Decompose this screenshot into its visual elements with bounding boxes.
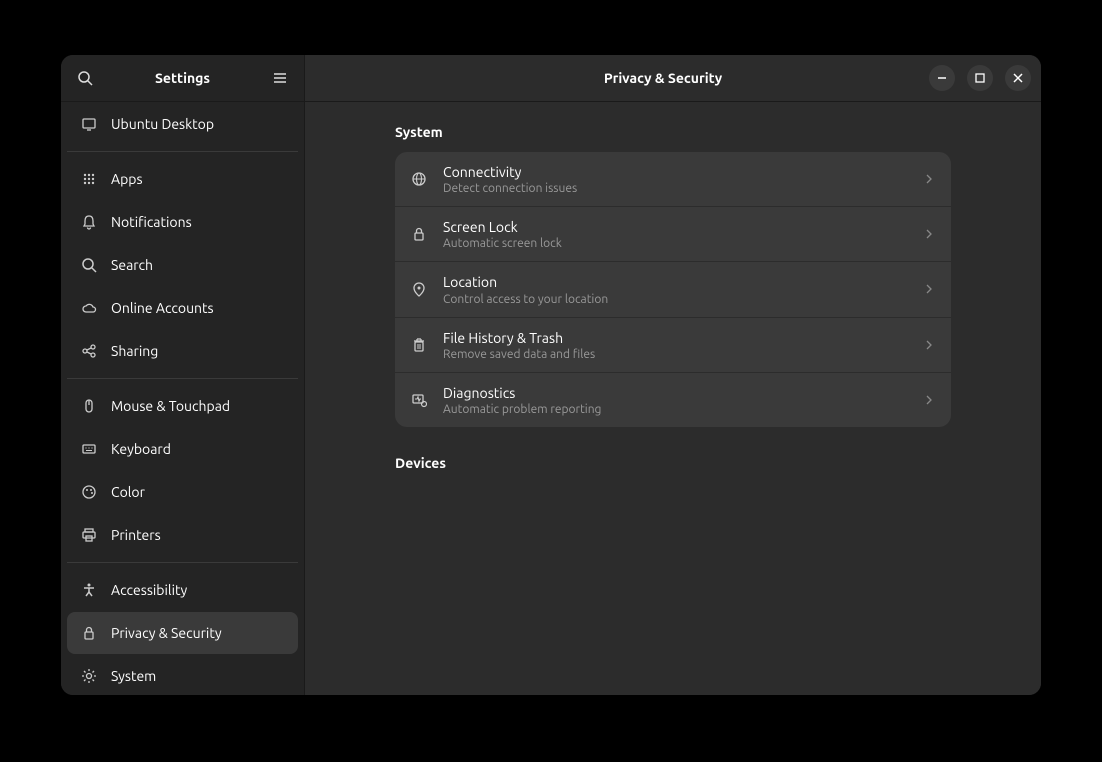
sidebar-item-sharing[interactable]: Sharing [67,330,298,372]
minimize-button[interactable] [929,65,955,91]
sidebar-item-label: Accessibility [111,582,187,598]
sidebar-item-mouse-touchpad[interactable]: Mouse & Touchpad [67,385,298,427]
row-title: File History & Trash [443,329,921,347]
lock-icon [409,224,429,244]
lock-icon [79,623,99,643]
maximize-button[interactable] [967,65,993,91]
sidebar-header: Settings [61,55,304,102]
sidebar-item-system[interactable]: System [67,655,298,695]
row-subtitle: Detect connection issues [443,182,921,195]
chevron-right-icon [921,392,935,408]
settings-row-screen-lock[interactable]: Screen Lock Automatic screen lock [395,207,951,262]
sidebar-item-search[interactable]: Search [67,244,298,286]
main-panel: Privacy & Security System Connectivity D… [305,55,1041,695]
settings-row-connectivity[interactable]: Connectivity Detect connection issues [395,152,951,207]
accessibility-icon [79,580,99,600]
sidebar: Settings Ubuntu Desktop Apps Notificatio… [61,55,305,695]
sidebar-item-label: System [111,668,156,684]
globe-icon [409,169,429,189]
chevron-right-icon [921,337,935,353]
sidebar-item-label: Sharing [111,343,158,359]
mouse-icon [79,396,99,416]
row-subtitle: Remove saved data and files [443,348,921,361]
keyboard-icon [79,439,99,459]
chevron-right-icon [921,281,935,297]
main-content: System Connectivity Detect connection is… [305,102,1041,695]
sidebar-item-label: Notifications [111,214,192,230]
apps-icon [79,169,99,189]
sidebar-item-label: Mouse & Touchpad [111,398,230,414]
trash-icon [409,335,429,355]
search-icon [77,70,93,86]
row-subtitle: Automatic problem reporting [443,403,921,416]
settings-row-location[interactable]: Location Control access to your location [395,262,951,317]
sidebar-item-label: Search [111,257,153,273]
close-icon [1010,70,1026,86]
maximize-icon [972,70,988,86]
window-controls [929,65,1031,91]
sidebar-item-label: Keyboard [111,441,171,457]
sidebar-item-notifications[interactable]: Notifications [67,201,298,243]
color-icon [79,482,99,502]
desktop-icon [79,114,99,134]
row-subtitle: Control access to your location [443,293,921,306]
search-button[interactable] [73,66,97,90]
sidebar-divider [67,378,298,379]
cloud-icon [79,298,99,318]
main-header: Privacy & Security [305,55,1041,102]
gear-icon [79,666,99,686]
row-title: Diagnostics [443,384,921,402]
sidebar-divider [67,562,298,563]
sidebar-item-online-accounts[interactable]: Online Accounts [67,287,298,329]
sidebar-item-label: Apps [111,171,143,187]
settings-row-file-history-trash[interactable]: File History & Trash Remove saved data a… [395,318,951,373]
chevron-right-icon [921,226,935,242]
sidebar-item-apps[interactable]: Apps [67,158,298,200]
sidebar-item-printers[interactable]: Printers [67,514,298,556]
sidebar-item-label: Privacy & Security [111,625,222,641]
share-icon [79,341,99,361]
bell-icon [79,212,99,232]
section-title: System [395,124,951,140]
section-title: Devices [395,455,951,471]
sidebar-item-keyboard[interactable]: Keyboard [67,428,298,470]
location-icon [409,279,429,299]
sidebar-list: Ubuntu Desktop Apps Notifications Search… [61,102,304,695]
sidebar-item-label: Online Accounts [111,300,214,316]
sidebar-item-ubuntu-desktop[interactable]: Ubuntu Desktop [67,103,298,145]
search-icon [79,255,99,275]
settings-window: Settings Ubuntu Desktop Apps Notificatio… [61,55,1041,695]
sidebar-item-accessibility[interactable]: Accessibility [67,569,298,611]
sidebar-item-label: Color [111,484,145,500]
settings-group: Connectivity Detect connection issues Sc… [395,152,951,427]
row-title: Connectivity [443,163,921,181]
diagnostics-icon [409,390,429,410]
row-subtitle: Automatic screen lock [443,237,921,250]
close-button[interactable] [1005,65,1031,91]
sidebar-item-privacy-security[interactable]: Privacy & Security [67,612,298,654]
sidebar-item-color[interactable]: Color [67,471,298,513]
sidebar-item-label: Printers [111,527,161,543]
chevron-right-icon [921,171,935,187]
page-title: Privacy & Security [397,70,929,86]
menu-icon [272,70,288,86]
minimize-icon [934,70,950,86]
printer-icon [79,525,99,545]
row-title: Screen Lock [443,218,921,236]
sidebar-title: Settings [97,70,268,86]
row-title: Location [443,273,921,291]
menu-button[interactable] [268,66,292,90]
sidebar-item-label: Ubuntu Desktop [111,116,214,132]
settings-row-diagnostics[interactable]: Diagnostics Automatic problem reporting [395,373,951,427]
sidebar-divider [67,151,298,152]
